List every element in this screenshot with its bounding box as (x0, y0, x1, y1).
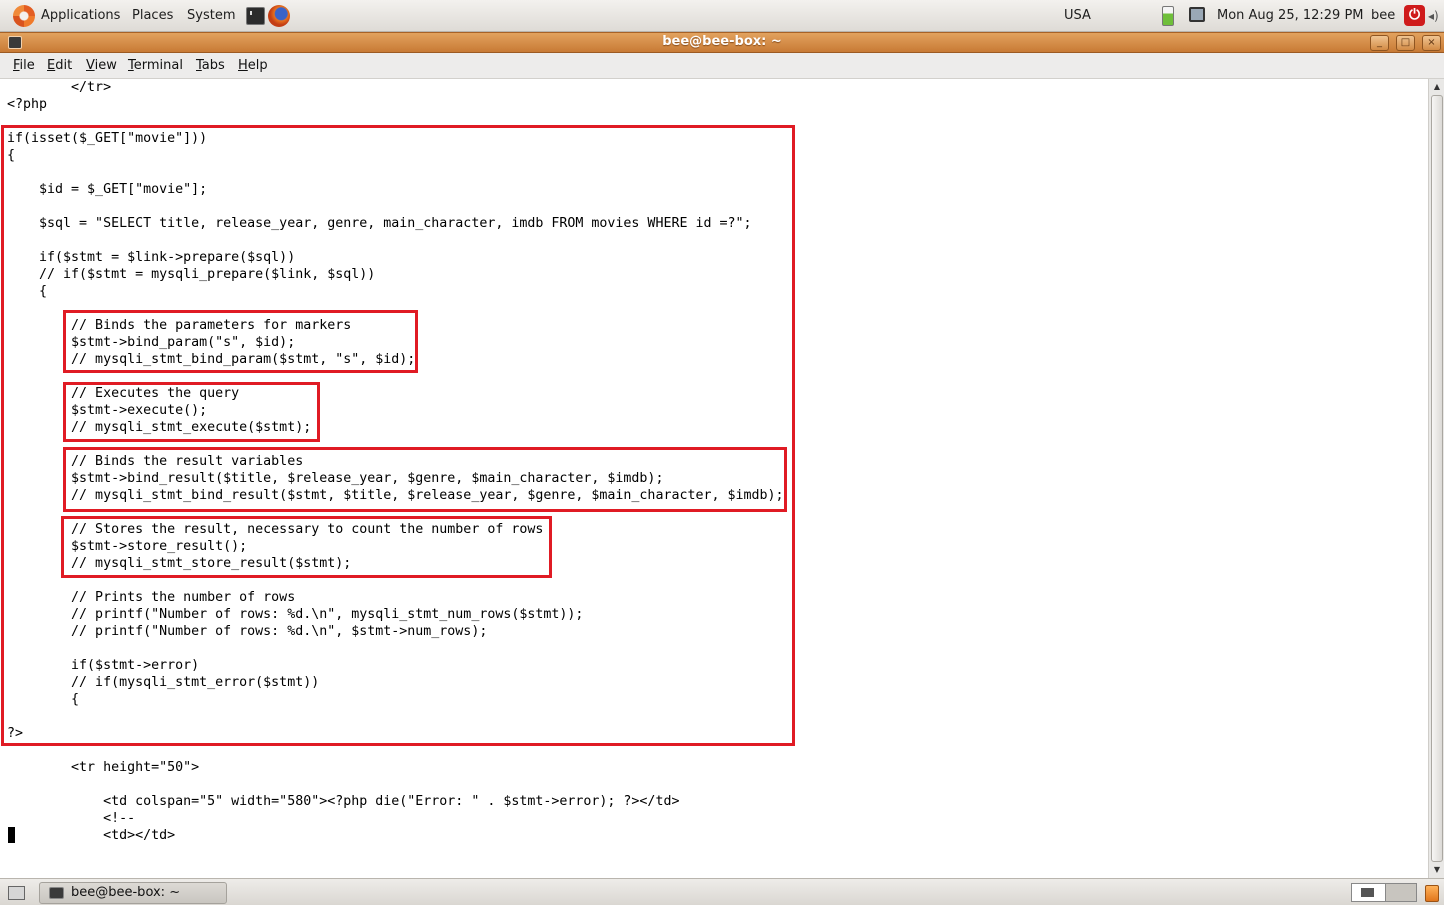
places-menu[interactable]: Places (132, 8, 173, 23)
system-menu[interactable]: System (187, 8, 235, 23)
bottom-panel: bee@bee-box: ~ (0, 878, 1444, 905)
scroll-thumb[interactable] (1431, 95, 1443, 862)
user-name[interactable]: bee (1371, 8, 1395, 23)
show-desktop-icon[interactable] (8, 886, 25, 900)
network-icon[interactable] (1189, 7, 1205, 22)
window-title: bee@bee-box: ~ (662, 34, 782, 49)
scroll-up-arrow-icon[interactable]: ▲ (1431, 80, 1443, 94)
text-cursor (8, 827, 15, 843)
clock[interactable]: Mon Aug 25, 12:29 PM (1217, 8, 1364, 23)
volume-icon[interactable]: ◂) (1428, 8, 1442, 24)
battery-icon[interactable] (1162, 6, 1174, 26)
menu-terminal[interactable]: Terminal (128, 58, 183, 73)
menu-view[interactable]: View (86, 58, 117, 73)
terminal-text: </tr> <?php if(isset($_GET["movie"])) { … (7, 80, 784, 843)
taskbar-window-button[interactable]: bee@bee-box: ~ (39, 882, 227, 904)
ubuntu-logo-icon[interactable] (13, 5, 35, 27)
window-titlebar[interactable]: bee@bee-box: ~ _ □ × (0, 32, 1444, 53)
terminal-task-icon (49, 887, 64, 899)
minimize-button[interactable]: _ (1370, 35, 1389, 51)
top-panel: Applications Places System USA Mon Aug 2… (0, 0, 1444, 32)
trash-icon[interactable] (1425, 885, 1439, 902)
menu-tabs[interactable]: Tabs (196, 58, 225, 73)
scroll-down-arrow-icon[interactable]: ▼ (1431, 863, 1443, 877)
terminal-view[interactable]: </tr> <?php if(isset($_GET["movie"])) { … (0, 79, 1428, 878)
taskbar-window-label: bee@bee-box: ~ (71, 885, 181, 900)
menu-help[interactable]: Help (238, 58, 268, 73)
keyboard-layout-indicator[interactable]: USA (1064, 8, 1091, 23)
workspace-switcher[interactable] (1351, 883, 1417, 902)
terminal-launcher-icon[interactable] (246, 7, 265, 25)
firefox-launcher-icon[interactable] (268, 5, 290, 27)
close-button[interactable]: × (1422, 35, 1441, 51)
menubar: File Edit View Terminal Tabs Help (0, 53, 1444, 79)
menu-file[interactable]: File (13, 58, 35, 73)
maximize-button[interactable]: □ (1396, 35, 1415, 51)
power-icon[interactable]: ⏻ (1404, 5, 1425, 26)
applications-menu[interactable]: Applications (41, 8, 120, 23)
menu-edit[interactable]: Edit (47, 58, 72, 73)
vertical-scrollbar[interactable]: ▲ ▼ (1428, 79, 1444, 878)
